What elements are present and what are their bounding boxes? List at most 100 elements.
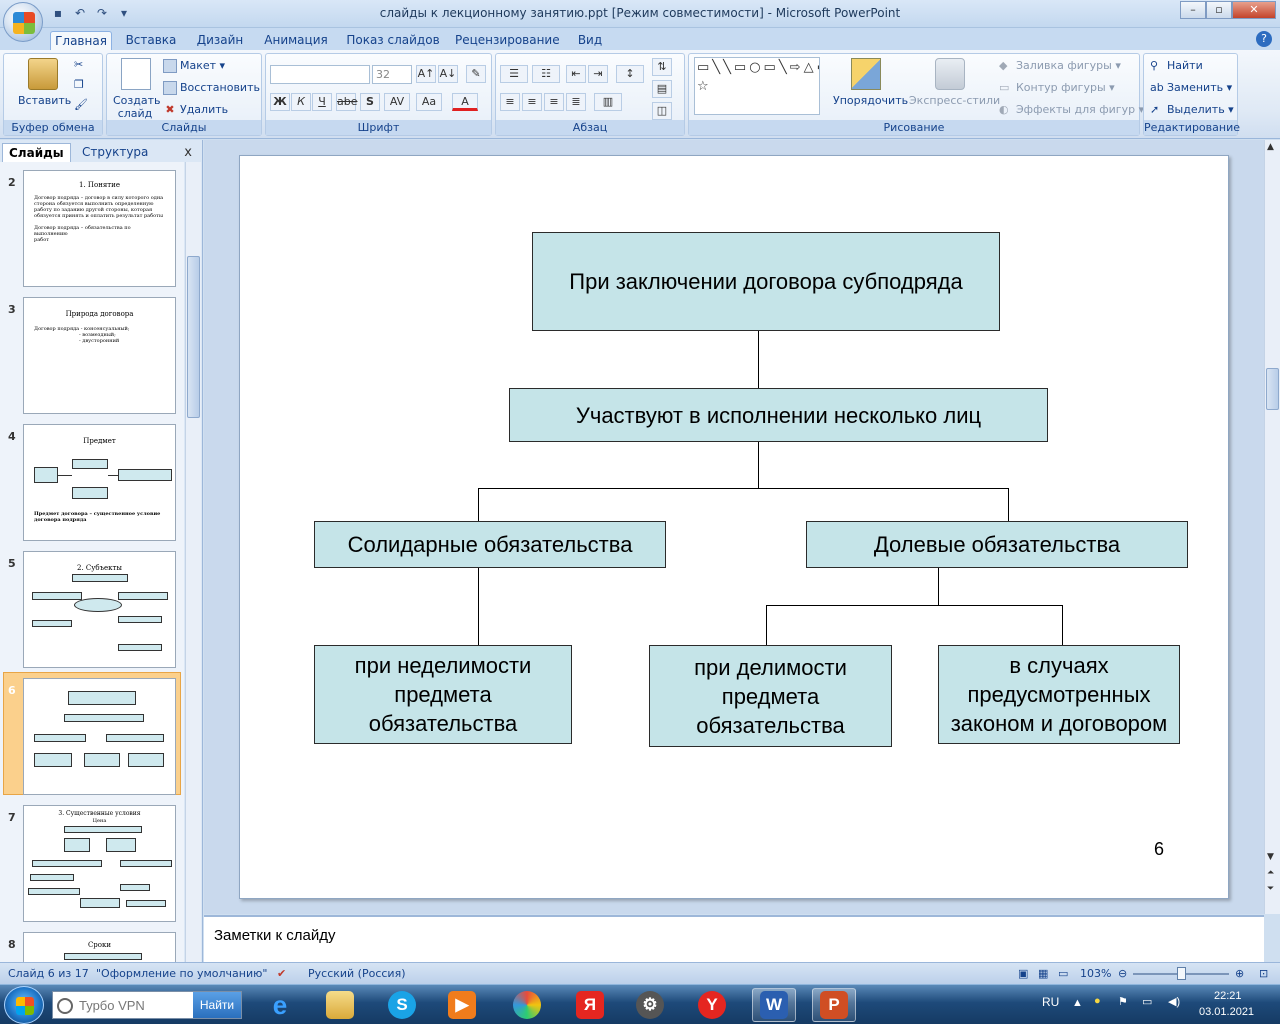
theme-name[interactable]: "Оформление по умолчанию" xyxy=(96,967,267,980)
paste-button[interactable]: Вставить xyxy=(18,94,71,107)
zoom-out-icon[interactable]: ⊖ xyxy=(1118,967,1127,980)
volume-icon[interactable]: ◀) xyxy=(1168,995,1180,1008)
shapes-gallery[interactable]: ▭╲╲▭○▭╲⇨△⌐⅂⇨⇩⬡∿⌒{}☆ xyxy=(694,57,820,115)
select-button[interactable]: ➚ Выделить ▾ xyxy=(1150,103,1234,117)
maximize-button[interactable]: ▫ xyxy=(1206,1,1232,19)
clock-time[interactable]: 22:21 xyxy=(1214,990,1242,1002)
vpn-search-button[interactable]: Найти xyxy=(193,992,241,1018)
delete-slide-button[interactable]: ✖ Удалить xyxy=(163,103,228,117)
slide-vertical-scrollbar[interactable]: ▲ ▼ ⏶ ⏷ xyxy=(1264,140,1280,914)
strikethrough-button[interactable]: abe xyxy=(336,93,358,111)
thumbnail-slide-4[interactable]: Предмет Предмет договора – существенное … xyxy=(23,424,176,541)
tab-insert[interactable]: Вставка xyxy=(122,31,180,50)
thumbnail-slide-5[interactable]: 2. Субъекты xyxy=(23,551,176,668)
diagram-box-law-contract[interactable]: в случаях предусмотренных законом и дого… xyxy=(938,645,1180,744)
diagram-box-solidary[interactable]: Солидарные обязательства xyxy=(314,521,666,568)
tab-design[interactable]: Дизайн xyxy=(193,31,247,50)
new-slide-icon[interactable] xyxy=(121,58,151,90)
tab-animation[interactable]: Анимация xyxy=(261,31,331,50)
clear-format-icon[interactable]: ✎ xyxy=(466,65,486,83)
italic-button[interactable]: К xyxy=(291,93,311,111)
taskbar-paint[interactable] xyxy=(505,988,549,1022)
notes-placeholder[interactable]: Заметки к слайду xyxy=(214,927,336,944)
replace-button[interactable]: ab Заменить ▾ xyxy=(1150,81,1232,95)
zoom-in-icon[interactable]: ⊕ xyxy=(1235,967,1244,980)
align-left-icon[interactable]: ≡ xyxy=(500,93,520,111)
find-button[interactable]: ⚲ Найти xyxy=(1150,59,1203,73)
scroll-down-icon[interactable]: ▼ xyxy=(1267,852,1274,862)
smartart-icon[interactable]: ◫ xyxy=(652,102,672,120)
tab-view[interactable]: Вид xyxy=(573,31,607,50)
spellcheck-icon[interactable]: ✔ xyxy=(277,967,286,980)
quick-styles-icon[interactable] xyxy=(935,58,965,90)
font-size-field[interactable]: 32 xyxy=(372,65,412,84)
taskbar-explorer[interactable] xyxy=(318,988,362,1022)
taskbar-yandex-browser[interactable]: Я xyxy=(568,988,612,1022)
char-spacing-button[interactable]: AV xyxy=(384,93,410,111)
notes-pane[interactable]: Заметки к слайду xyxy=(204,915,1264,962)
language-bar[interactable]: RU xyxy=(1042,995,1059,1009)
close-button[interactable]: ✕ xyxy=(1232,1,1276,19)
tray-app-icon[interactable]: ● xyxy=(1094,995,1101,1007)
thumbnail-slide-8[interactable]: Сроки xyxy=(23,932,176,962)
bullets-icon[interactable]: ☰ xyxy=(500,65,528,83)
justify-icon[interactable]: ≣ xyxy=(566,93,586,111)
grow-font-icon[interactable]: A↑ xyxy=(416,65,436,83)
align-right-icon[interactable]: ≡ xyxy=(544,93,564,111)
zoom-level[interactable]: 103% xyxy=(1080,967,1111,980)
thumbnail-slide-2[interactable]: 1. Понятие Договор подряда – договор в с… xyxy=(23,170,176,287)
shadow-button[interactable]: S xyxy=(360,93,380,111)
change-case-button[interactable]: Aa xyxy=(416,93,442,111)
layout-button[interactable]: Макет ▾ xyxy=(163,59,225,73)
previous-slide-icon[interactable]: ⏶ xyxy=(1267,868,1274,878)
slide-scrollbar-thumb[interactable] xyxy=(1266,368,1279,410)
numbering-icon[interactable]: ☷ xyxy=(532,65,560,83)
panel-scrollbar-thumb[interactable] xyxy=(187,256,200,418)
tab-slides[interactable]: Слайды xyxy=(2,143,71,162)
copy-icon[interactable]: ❐ xyxy=(74,78,84,91)
diagram-box-top[interactable]: При заключении договора субподряда xyxy=(532,232,1000,331)
next-slide-icon[interactable]: ⏷ xyxy=(1267,884,1274,894)
bold-button[interactable]: Ж xyxy=(270,93,290,111)
diagram-box-middle[interactable]: Участвуют в исполнении несколько лиц xyxy=(509,388,1048,442)
zoom-slider-thumb[interactable] xyxy=(1177,967,1186,980)
taskbar-ie[interactable]: e xyxy=(258,988,302,1022)
align-center-icon[interactable]: ≡ xyxy=(522,93,542,111)
thumbnail-slide-7[interactable]: 3. Существенные условия Цена xyxy=(23,805,176,922)
diagram-box-shared[interactable]: Долевые обязательства xyxy=(806,521,1188,568)
arrange-button[interactable]: Упорядочить xyxy=(833,94,908,107)
help-icon[interactable]: ? xyxy=(1256,31,1272,47)
reset-button[interactable]: Восстановить xyxy=(163,81,260,95)
scroll-up-icon[interactable]: ▲ xyxy=(1267,142,1274,152)
panel-close-icon[interactable]: x xyxy=(184,145,192,160)
cut-icon[interactable]: ✂ xyxy=(74,58,83,71)
vpn-search-placeholder[interactable]: Турбо VPN xyxy=(79,998,145,1013)
font-name-field[interactable] xyxy=(270,65,370,84)
normal-view-icon[interactable]: ▣ xyxy=(1018,967,1028,980)
thumbnail-slide-3[interactable]: Природа договора Договор подряда - консе… xyxy=(23,297,176,414)
line-spacing-icon[interactable]: ↕ xyxy=(616,65,644,83)
tab-slideshow[interactable]: Показ слайдов xyxy=(345,31,441,50)
quick-styles-button[interactable]: Экспресс-стили xyxy=(909,94,1000,107)
thumbnail-slide-6[interactable] xyxy=(23,678,176,795)
increase-indent-icon[interactable]: ⇥ xyxy=(588,65,608,83)
taskbar-media[interactable]: ▶ xyxy=(440,988,484,1022)
decrease-indent-icon[interactable]: ⇤ xyxy=(566,65,586,83)
arrange-icon[interactable] xyxy=(851,58,881,90)
language-indicator[interactable]: Русский (Россия) xyxy=(308,967,406,980)
network-icon[interactable]: ▭ xyxy=(1142,995,1152,1008)
text-direction-icon[interactable]: ⇅ xyxy=(652,58,672,76)
vpn-search-box[interactable]: Турбо VPN Найти xyxy=(52,991,242,1019)
tab-outline[interactable]: Структура xyxy=(76,143,154,162)
slide-sorter-icon[interactable]: ▦ xyxy=(1038,967,1048,980)
shape-fill-button[interactable]: ◆ Заливка фигуры ▾ xyxy=(999,59,1121,73)
slideshow-view-icon[interactable]: ▭ xyxy=(1058,967,1068,980)
slide-canvas[interactable]: При заключении договора субподряда Участ… xyxy=(239,155,1229,899)
action-center-icon[interactable]: ⚑ xyxy=(1118,995,1128,1008)
panel-scrollbar[interactable] xyxy=(185,162,201,962)
new-slide-button[interactable]: Создать слайд xyxy=(113,94,161,120)
tab-review[interactable]: Рецензирование xyxy=(455,31,560,50)
shrink-font-icon[interactable]: A↓ xyxy=(438,65,458,83)
shape-effects-button[interactable]: ◐ Эффекты для фигур ▾ xyxy=(999,103,1144,117)
diagram-box-indivisible[interactable]: при неделимости предмета обязательства xyxy=(314,645,572,744)
